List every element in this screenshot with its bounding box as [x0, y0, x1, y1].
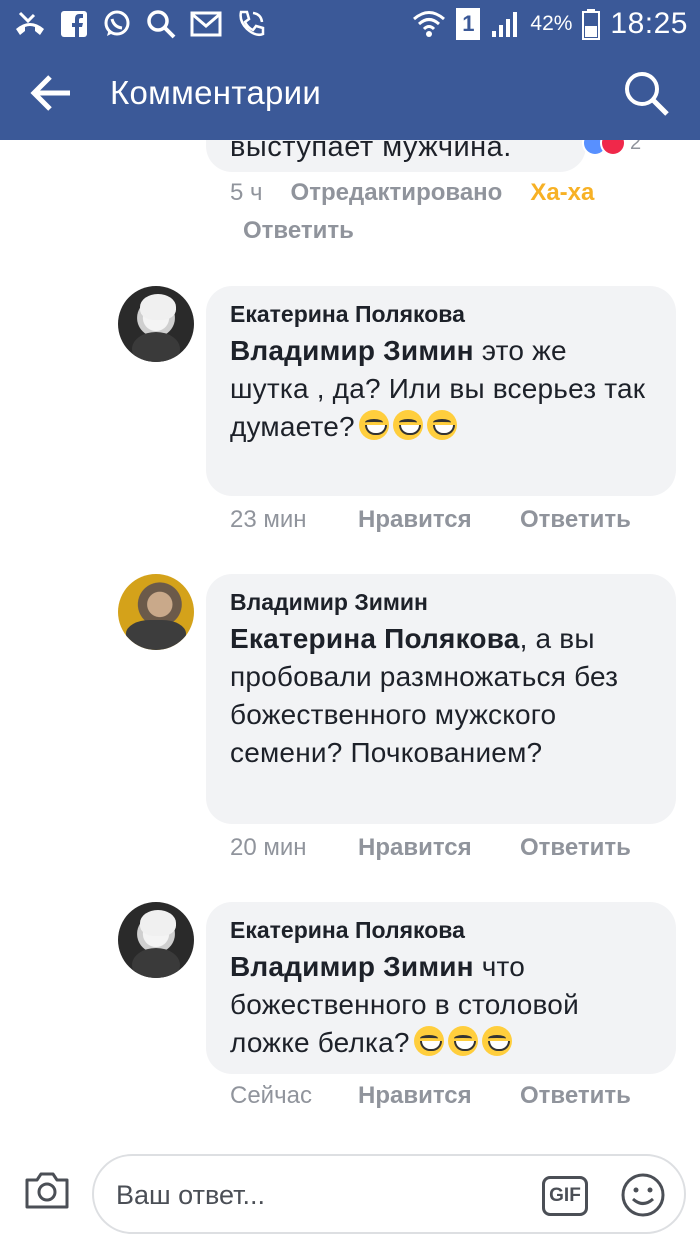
laughing-emoji-icon — [447, 1026, 478, 1056]
search-icon[interactable] — [622, 69, 670, 117]
camera-icon[interactable] — [24, 1170, 70, 1210]
app-toolbar: Комментарии — [0, 47, 700, 140]
comments-list[interactable]: выступает мужчина. 2 5 ч Отредактировано… — [0, 140, 700, 1130]
search-status-icon — [147, 10, 176, 39]
comment-time: 23 мин — [230, 506, 307, 533]
haha-reaction-button[interactable]: Ха-ха — [530, 179, 594, 207]
notification-icons — [14, 6, 266, 42]
facebook-icon — [61, 11, 87, 37]
previous-comment-meta: 5 ч Отредактировано Ха-ха — [230, 179, 594, 207]
system-icons: 1 42% 18:25 — [412, 6, 688, 42]
clock: 18:25 — [610, 7, 688, 40]
comment-meta: Сейчас Нравится Ответить — [230, 1082, 631, 1110]
comment-author[interactable]: Екатерина Полякова — [230, 300, 652, 328]
laughing-emoji-icon — [481, 1026, 512, 1056]
reply-input[interactable] — [116, 1178, 516, 1212]
reply-button[interactable]: Ответить — [520, 834, 631, 862]
mention-link[interactable]: Владимир Зимин — [230, 951, 474, 982]
like-button[interactable]: Нравится — [358, 1082, 520, 1110]
status-bar: 1 42% 18:25 — [0, 0, 700, 47]
battery-percent: 42% — [530, 12, 573, 35]
comment-time: Сейчас — [230, 1082, 312, 1109]
signal-icon — [492, 12, 518, 37]
love-reaction-icon — [600, 140, 626, 156]
call-icon — [239, 10, 265, 37]
reply-composer: GIF — [0, 1142, 700, 1244]
comment-body: Владимир Зимин это же шутка , да? Или вы… — [230, 332, 652, 446]
reaction-summary[interactable]: 2 — [582, 140, 641, 156]
emoji-icon[interactable] — [620, 1172, 666, 1218]
comment-bubble[interactable]: Екатерина Полякова Владимир Зимин это же… — [206, 286, 676, 496]
reaction-count: 2 — [630, 140, 642, 154]
wifi-icon — [413, 11, 446, 37]
laughing-emoji-icon — [358, 410, 389, 440]
battery-icon — [582, 9, 601, 40]
comment-bubble[interactable]: Екатерина Полякова Владимир Зимин что бо… — [206, 902, 676, 1074]
mention-link[interactable]: Екатерина Полякова — [230, 623, 520, 654]
back-arrow-icon[interactable] — [30, 73, 74, 113]
laughing-emoji-icon — [413, 1026, 444, 1056]
comment-time: 5 ч — [230, 179, 263, 206]
missed-call-icon — [16, 11, 44, 35]
like-button[interactable]: Нравится — [358, 834, 520, 862]
whatsapp-icon — [104, 10, 130, 36]
reply-button[interactable]: Ответить — [520, 506, 631, 534]
mail-icon — [190, 11, 222, 37]
avatar[interactable] — [118, 902, 194, 978]
avatar[interactable] — [118, 286, 194, 362]
avatar[interactable] — [118, 574, 194, 650]
gif-button[interactable]: GIF — [542, 1176, 588, 1216]
comment-body: Владимир Зимин что божественного в столо… — [230, 948, 652, 1062]
comment-author[interactable]: Владимир Зимин — [230, 588, 652, 616]
laughing-emoji-icon — [426, 410, 457, 440]
page-title: Комментарии — [110, 74, 322, 111]
mention-link[interactable]: Владимир Зимин — [230, 335, 474, 366]
reply-input-container[interactable]: GIF — [92, 1154, 686, 1234]
comment-bubble[interactable]: Владимир Зимин Екатерина Полякова, а вы … — [206, 574, 676, 824]
comment-author[interactable]: Екатерина Полякова — [230, 916, 652, 944]
sim-slot-badge: 1 — [456, 8, 481, 40]
comment-body: Екатерина Полякова, а вы пробовали размн… — [230, 620, 652, 772]
edited-label[interactable]: Отредактировано — [291, 179, 503, 207]
like-button[interactable]: Нравится — [358, 506, 520, 534]
reply-button[interactable]: Ответить — [520, 1082, 631, 1110]
previous-comment-text: выступает мужчина. — [230, 140, 512, 163]
comment-time: 20 мин — [230, 834, 307, 861]
reply-button[interactable]: Ответить — [243, 217, 354, 245]
comment-meta: 23 мин Нравится Ответить — [230, 506, 631, 534]
laughing-emoji-icon — [392, 410, 423, 440]
comment-meta: 20 мин Нравится Ответить — [230, 834, 631, 862]
